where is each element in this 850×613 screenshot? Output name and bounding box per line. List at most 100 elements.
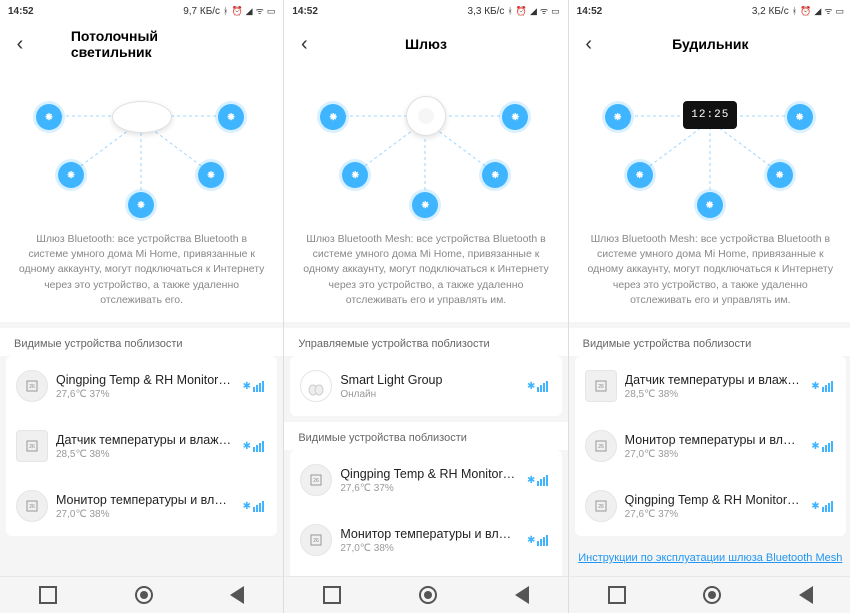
device-item-icon: 26	[16, 490, 48, 522]
device-list-item[interactable]: 26 Монитор температуры и влажн… 27,0℃ 38…	[575, 416, 846, 476]
device-item-icon: 26	[16, 430, 48, 462]
header: ‹ Шлюз	[284, 22, 567, 66]
device-item-title: Монитор температуры и влажн…	[625, 433, 800, 447]
section-label: Видимые устройства поблизости	[0, 328, 283, 356]
description-text: Шлюз Bluetooth Mesh: все устройства Blue…	[569, 226, 850, 322]
page-title: Потолочный светильник	[71, 28, 213, 60]
battery-icon: ▭	[551, 7, 560, 16]
device-item-title: Монитор температуры и влажн…	[340, 527, 515, 541]
device-item-sub: 27,6℃ 37%	[340, 483, 515, 494]
device-item-sub: Онлайн	[340, 389, 515, 400]
device-item-sub: 28,5℃ 38%	[56, 449, 231, 460]
alarm-icon: ⏰	[800, 7, 811, 16]
signal-icon: ✱	[808, 501, 836, 512]
device-item-title: Qingping Temp & RH Monitor M Ve…	[56, 373, 231, 387]
signal-icon: ◢	[530, 7, 537, 16]
device-list-item[interactable]: 26 Qingping Temp & RH Monitor M Ve… 27,6…	[290, 450, 561, 510]
header: ‹ Будильник	[569, 22, 850, 66]
svg-text:26: 26	[314, 538, 320, 544]
device-item-title: Монитор температуры и влажн…	[56, 493, 231, 507]
signal-icon: ◢	[814, 7, 821, 16]
device-list-item[interactable]: Smart Light Group Онлайн ✱	[290, 356, 561, 416]
screen-0: 14:52 9,7 КБ/с ᚼ ⏰ ◢ ᯤ ▭ ‹ Потолочный св…	[0, 0, 284, 613]
status-time: 14:52	[577, 6, 603, 17]
device-list: Smart Light Group Онлайн ✱	[290, 356, 561, 416]
device-item-sub: 27,0℃ 38%	[340, 543, 515, 554]
bluetooth-icon: ᚼ	[507, 7, 512, 16]
back-button[interactable]: ‹	[569, 22, 609, 66]
device-list-item[interactable]: 26 Монитор температуры и влажн… 27,0℃ 38…	[290, 510, 561, 570]
status-netspeed: 3,2 КБ/с	[752, 6, 789, 17]
device-item-sub: 27,0℃ 38%	[56, 509, 231, 520]
svg-text:26: 26	[598, 444, 604, 450]
device-item-icon: 26	[585, 490, 617, 522]
device-item-title: Датчик температуры и влажнос…	[625, 373, 800, 387]
bluetooth-node-icon: ⁕	[767, 162, 793, 188]
section-label: Видимые устройства поблизости	[569, 328, 850, 356]
device-list-item[interactable]: 26 Qingping Temp & RH Monitor M Ve… 27,6…	[575, 476, 846, 536]
device-lamp-icon	[112, 101, 172, 133]
nav-recent-button[interactable]	[39, 586, 57, 604]
nav-back-button[interactable]	[799, 586, 813, 604]
header: ‹ Потолочный светильник	[0, 22, 283, 66]
nav-back-button[interactable]	[230, 586, 244, 604]
description-text: Шлюз Bluetooth Mesh: все устройства Blue…	[284, 226, 567, 322]
svg-text:26: 26	[598, 504, 604, 510]
device-item-title: Qingping Temp & RH Monitor M Ve…	[340, 467, 515, 481]
device-item-title: Датчик температуры и влажнос…	[56, 433, 231, 447]
nav-recent-button[interactable]	[323, 586, 341, 604]
svg-text:26: 26	[29, 504, 35, 510]
nav-recent-button[interactable]	[608, 586, 626, 604]
instructions-link[interactable]: Инструкции по эксплуатации шлюза Bluetoo…	[569, 542, 850, 576]
battery-icon: ▭	[835, 7, 844, 16]
android-nav-bar	[569, 576, 850, 613]
device-item-icon: 26	[585, 430, 617, 462]
status-bar: 14:52 9,7 КБ/с ᚼ ⏰ ◢ ᯤ ▭	[0, 0, 283, 22]
wifi-icon: ᯤ	[540, 7, 548, 16]
device-item-title: Smart Light Group	[340, 373, 515, 387]
screen-1: 14:52 3,3 КБ/с ᚼ ⏰ ◢ ᯤ ▭ ‹ Шлюз ⁕⁕ ⁕⁕ ⁕ …	[284, 0, 568, 613]
device-list-item[interactable]: 26 Монитор температуры и влажн… 27,0℃ 38…	[6, 476, 277, 536]
status-netspeed: 9,7 КБ/с	[183, 6, 220, 17]
nav-back-button[interactable]	[515, 586, 529, 604]
screen-2: 14:52 3,2 КБ/с ᚼ ⏰ ◢ ᯤ ▭ ‹ Будильник 12:…	[569, 0, 850, 613]
nav-home-button[interactable]	[419, 586, 437, 604]
bluetooth-node-icon: ⁕	[605, 104, 631, 130]
back-button[interactable]: ‹	[284, 22, 324, 66]
status-bar: 14:52 3,3 КБ/с ᚼ ⏰ ◢ ᯤ ▭	[284, 0, 567, 22]
signal-icon: ✱	[524, 535, 552, 546]
alarm-icon: ⏰	[516, 7, 527, 16]
svg-text:26: 26	[29, 444, 35, 450]
device-item-sub: 27,6℃ 37%	[625, 509, 800, 520]
android-nav-bar	[0, 576, 283, 613]
wifi-icon: ᯤ	[256, 7, 264, 16]
signal-icon: ◢	[246, 7, 253, 16]
bluetooth-node-icon: ⁕	[218, 104, 244, 130]
bluetooth-node-icon: ⁕	[787, 104, 813, 130]
status-time: 14:52	[292, 6, 318, 17]
device-item-sub: 27,6℃ 37%	[56, 389, 231, 400]
device-item-icon: 26	[16, 370, 48, 402]
bluetooth-icon: ᚼ	[792, 7, 797, 16]
device-list-item[interactable]: 26 Qingping Temp & RH Monitor M Ve… 27,6…	[6, 356, 277, 416]
device-list-item[interactable]: 26 Датчик температуры и влажнос… 28,5℃ 3…	[6, 416, 277, 476]
bluetooth-node-icon: ⁕	[58, 162, 84, 188]
nav-home-button[interactable]	[703, 586, 721, 604]
device-item-sub: 27,0℃ 38%	[625, 449, 800, 460]
status-time: 14:52	[8, 6, 34, 17]
status-netspeed: 3,3 КБ/с	[468, 6, 505, 17]
device-item-sub: 28,5℃ 38%	[625, 389, 800, 400]
page-title: Шлюз	[405, 36, 447, 52]
signal-icon: ✱	[239, 381, 267, 392]
wifi-icon: ᯤ	[824, 7, 832, 16]
device-list: 26 Датчик температуры и влажнос… 28,5℃ 3…	[575, 356, 846, 536]
bluetooth-node-icon: ⁕	[128, 192, 154, 218]
device-hub-icon	[406, 96, 446, 136]
section-label: Управляемые устройства поблизости	[284, 328, 567, 356]
nav-home-button[interactable]	[135, 586, 153, 604]
signal-icon: ✱	[524, 475, 552, 486]
device-list-item[interactable]: 26 Датчик температуры и влажнос… 28,5℃ 3…	[575, 356, 846, 416]
back-button[interactable]: ‹	[0, 22, 40, 66]
signal-icon: ✱	[239, 501, 267, 512]
android-nav-bar	[284, 576, 567, 613]
